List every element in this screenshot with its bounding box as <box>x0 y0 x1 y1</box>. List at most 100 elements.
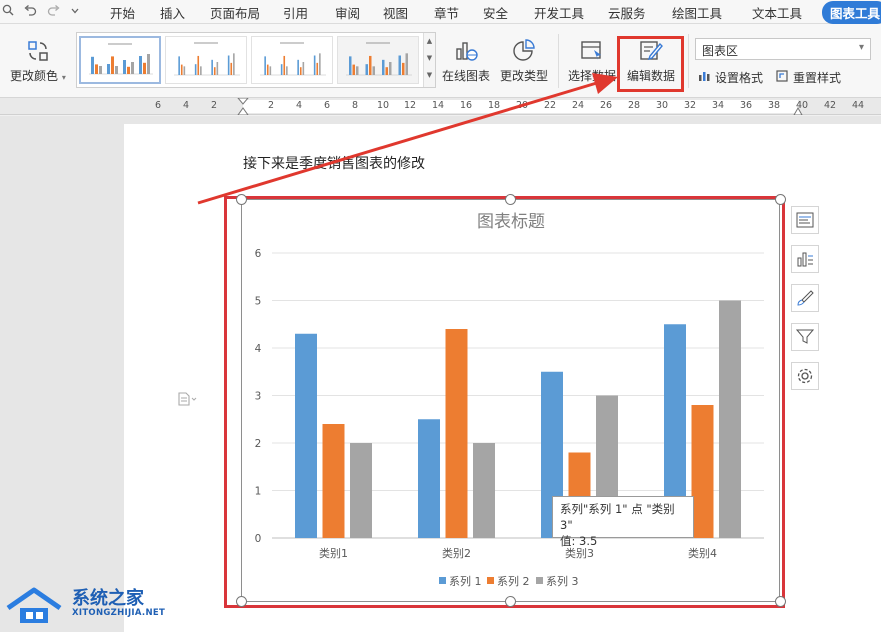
menu-tab-6[interactable]: 章节 <box>434 3 459 22</box>
menu-tab-2[interactable]: 页面布局 <box>210 3 260 22</box>
thumb-bar <box>352 64 355 75</box>
chevron-down-icon: ▾ <box>858 42 864 53</box>
change-type-button[interactable]: 更改类型 <box>500 38 548 84</box>
thumb-bar <box>372 66 375 75</box>
thumb-bar <box>216 62 219 75</box>
gallery-scrollbar[interactable]: ▲ ▼ ▼ <box>423 33 435 87</box>
quick-access-toolbar <box>0 4 95 19</box>
ruler-tick-label: 8 <box>351 100 359 111</box>
resize-handle-bottom[interactable] <box>505 596 516 607</box>
bar-chart[interactable]: 图表标题0123456类别1 类别2 类别3 类别4系列 1 系列 2 系列 3 <box>242 200 779 601</box>
redo-icon[interactable] <box>47 4 60 19</box>
thumb-bar <box>405 53 408 75</box>
change-type-label: 更改类型 <box>500 69 549 83</box>
y-tick-label: 1 <box>255 486 262 498</box>
ruler-tick-label: 36 <box>739 100 753 111</box>
chart-style-1[interactable] <box>79 36 161 84</box>
menu-tab-1[interactable]: 插入 <box>160 3 185 22</box>
resize-handle-top-left[interactable] <box>236 194 247 205</box>
change-type-icon <box>510 38 538 64</box>
legend-label: 系列 3 <box>546 574 579 588</box>
filter-icon <box>796 329 814 344</box>
bar-2-1 <box>322 424 345 538</box>
thumb-bar <box>280 64 283 75</box>
ribbon: 更改颜色 ▾ ▲ ▼ ▼ 在线图表 更改类型 选择数据 编辑数据 图表区 ▾ 设… <box>0 24 881 98</box>
change-color-button[interactable]: 更改颜色 ▾ <box>10 38 66 84</box>
resize-handle-bottom-right[interactable] <box>775 596 786 607</box>
chart-settings-button[interactable] <box>791 362 819 390</box>
right-indent-marker-icon[interactable] <box>793 98 803 115</box>
palette-icon <box>24 38 52 64</box>
select-data-icon <box>578 38 606 64</box>
thumb-bar <box>313 55 316 75</box>
x-tick-label: 类别4 <box>688 546 717 560</box>
chart-filter-button[interactable] <box>791 323 819 351</box>
thumb-bar <box>99 66 102 74</box>
document-paragraph[interactable]: 接下来是季度销售图表的修改 <box>243 153 425 173</box>
bar-3-1 <box>350 443 372 538</box>
menu-tab-11[interactable]: 文本工具 <box>752 3 802 22</box>
thumb-bar <box>143 62 146 74</box>
thumb-bar <box>230 62 233 75</box>
resize-handle-bottom-left[interactable] <box>236 596 247 607</box>
chart-elements-button[interactable] <box>791 206 819 234</box>
thumb-bar <box>183 66 186 75</box>
bar-3-4 <box>719 300 741 538</box>
chart-style-gallery: ▲ ▼ ▼ <box>76 32 436 88</box>
edit-data-highlight <box>617 36 684 92</box>
x-tick-label: 类别1 <box>319 546 348 560</box>
legend-swatch <box>536 577 543 584</box>
undo-icon[interactable] <box>24 4 37 19</box>
chart-area[interactable]: 图表标题 0 1 2 3 4 5 6 类别1 类别2 类别3 类别4 系列 1 系列 2 系列 3 <box>241 199 780 602</box>
chart-style-2[interactable] <box>165 36 247 84</box>
thumb-bar <box>402 62 405 75</box>
customize-dropdown-icon[interactable] <box>70 5 80 19</box>
menu-tab-9[interactable]: 云服务 <box>608 3 646 22</box>
ruler-tick-label: 28 <box>627 100 641 111</box>
paragraph-options-icon[interactable] <box>178 392 198 410</box>
set-format-button[interactable]: 设置格式 <box>697 69 763 86</box>
set-format-label: 设置格式 <box>715 71 764 85</box>
y-tick-label: 5 <box>255 296 262 308</box>
chart-style-3[interactable] <box>251 36 333 84</box>
select-data-button[interactable]: 选择数据 <box>568 38 616 84</box>
chart-style-button[interactable] <box>791 245 819 273</box>
menu-tab-0[interactable]: 开始 <box>110 3 135 22</box>
horizontal-ruler[interactable]: 6 4 2 2 4 6 8 10 12 14 16 18 20 22 24 26 28 30 32 34 36 38 40 4… <box>0 98 881 115</box>
gallery-down-icon[interactable]: ▼ <box>424 50 435 67</box>
chart-style-4[interactable] <box>337 36 419 84</box>
thumb-bar <box>264 56 266 75</box>
ruler-tick-label: 26 <box>599 100 613 111</box>
menu-tab-4[interactable]: 审阅 <box>335 3 360 22</box>
menu-tab-8[interactable]: 开发工具 <box>534 3 584 22</box>
resize-handle-top[interactable] <box>505 194 516 205</box>
menu-tab-10[interactable]: 绘图工具 <box>672 3 722 22</box>
legend-label: 系列 1 <box>449 574 482 588</box>
select-data-label: 选择数据 <box>568 69 617 83</box>
indent-marker-icon[interactable] <box>237 98 250 115</box>
online-chart-button[interactable]: 在线图表 <box>442 38 490 84</box>
thumb-bar <box>178 56 180 75</box>
chart-element-select[interactable]: 图表区 ▾ <box>695 38 871 60</box>
thumb-bar <box>147 54 150 74</box>
ruler-tick-label: 4 <box>182 100 190 111</box>
ruler-tick-label: 20 <box>515 100 529 111</box>
bar-1-2 <box>418 419 440 538</box>
menu-tab-7[interactable]: 安全 <box>483 3 508 22</box>
gallery-up-icon[interactable]: ▲ <box>424 33 435 50</box>
legend-swatch <box>487 577 494 584</box>
thumb-bar <box>139 56 142 74</box>
gallery-more-icon[interactable]: ▼ <box>424 67 435 84</box>
ruler-tick-label: 2 <box>267 100 275 111</box>
menu-tab-3[interactable]: 引用 <box>283 3 308 22</box>
ruler-tick-label: 32 <box>683 100 697 111</box>
search-icon[interactable] <box>2 4 14 19</box>
chart-brush-button[interactable] <box>791 284 819 312</box>
menu-tab-12[interactable]: 图表工具 <box>822 1 881 24</box>
thumb-bar <box>194 64 197 75</box>
menu-tab-5[interactable]: 视图 <box>383 3 408 22</box>
reset-style-button[interactable]: 重置样式 <box>775 69 841 86</box>
x-tick-label: 类别2 <box>442 546 471 560</box>
resize-handle-top-right[interactable] <box>775 194 786 205</box>
thumb-bar <box>131 62 134 74</box>
